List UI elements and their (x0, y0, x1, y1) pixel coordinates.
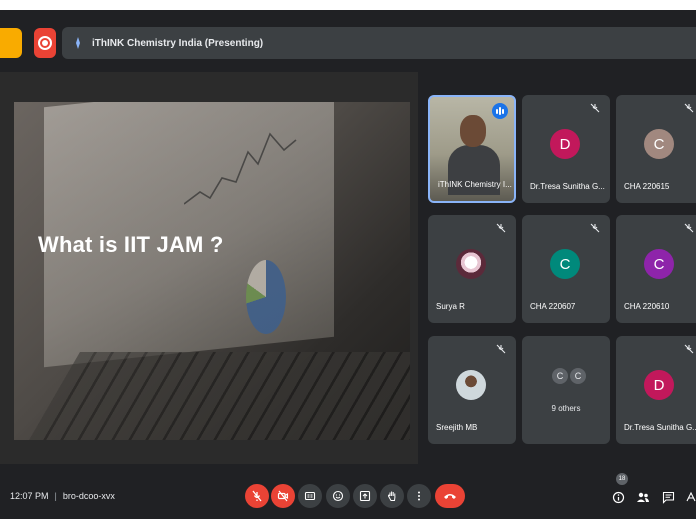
participant-name: Dr.Tresa Sunitha G... (530, 182, 605, 191)
info-icon (612, 491, 624, 503)
slide-title: What is IIT JAM ? (38, 232, 224, 257)
record-button[interactable] (34, 28, 56, 58)
record-icon (38, 36, 52, 50)
present-screen-icon (359, 490, 371, 502)
camera-off-icon (277, 490, 289, 502)
activities-icon (686, 491, 696, 501)
avatar: C (644, 129, 674, 159)
others-tile[interactable]: C C 9 others (522, 336, 610, 444)
raise-hand-icon (388, 491, 396, 501)
presenting-label: iThINK Chemistry India (Presenting) (92, 37, 264, 49)
mic-off-icon (684, 223, 694, 233)
participant-name: iThINK Chemistry I... (438, 180, 512, 189)
avatar: C (644, 249, 674, 279)
meeting-details-button[interactable] (611, 490, 625, 504)
emoji-icon (332, 490, 344, 502)
participant-tile[interactable]: iThINK Chemistry I... (428, 95, 516, 203)
mic-off-icon (590, 103, 600, 113)
participant-tile[interactable]: D Dr.Tresa Sunitha G... (522, 95, 610, 203)
present-now-button[interactable] (353, 484, 377, 508)
clock: 12:07 PM (10, 491, 49, 501)
mic-off-icon (684, 103, 694, 113)
participant-tile[interactable]: C CHA 220610 (616, 215, 696, 323)
participant-name: CHA 220607 (530, 302, 576, 311)
avatar: C (550, 249, 580, 279)
end-call-icon (444, 494, 456, 499)
slide-line-graphic (184, 132, 297, 205)
participant-tile[interactable]: Surya R (428, 215, 516, 323)
people-button[interactable] (636, 490, 650, 504)
participant-name: Sreejith MB (436, 423, 478, 432)
mic-off-icon (496, 223, 506, 233)
meeting-code: bro-dcoo-xvx (62, 491, 115, 501)
slide-keyboard-graphic (28, 352, 410, 440)
more-options-button[interactable] (407, 484, 431, 508)
activities-button[interactable] (684, 490, 696, 504)
participant-tile[interactable]: C CHA 220607 (522, 215, 610, 323)
chat-icon (662, 491, 674, 504)
presenting-bar: iThINK Chemistry India (Presenting) (62, 27, 696, 59)
microphone-toggle-button[interactable] (245, 484, 269, 508)
participant-name: CHA 220610 (624, 302, 670, 311)
participant-name: CHA 220615 (624, 182, 670, 191)
captions-button[interactable] (298, 484, 322, 508)
notes-icon[interactable] (0, 28, 22, 58)
avatar: C (570, 368, 586, 384)
reactions-button[interactable] (326, 484, 350, 508)
meeting-info: 12:07 PM | bro-dcoo-xvx (10, 491, 115, 501)
participant-name: Dr.Tresa Sunitha G... (624, 423, 696, 432)
raise-hand-button[interactable] (380, 484, 404, 508)
mic-off-icon (590, 223, 600, 233)
avatar-photo (456, 370, 486, 400)
camera-toggle-button[interactable] (271, 484, 295, 508)
avatar: D (644, 370, 674, 400)
mic-off-icon (496, 344, 506, 354)
end-call-button[interactable] (435, 484, 465, 508)
people-icon (637, 492, 649, 502)
more-options-icon (418, 491, 420, 501)
participant-name: Surya R (436, 302, 465, 311)
people-count-badge: 18 (616, 473, 628, 485)
slide-pie-graphic (246, 260, 286, 334)
control-bar: 12:07 PM | bro-dcoo-xvx 18 (0, 473, 696, 519)
presenting-icon (70, 35, 86, 51)
avatar: C (552, 368, 568, 384)
participant-tile[interactable]: D Dr.Tresa Sunitha G... (616, 336, 696, 444)
participant-tile[interactable]: Sreejith MB (428, 336, 516, 444)
slide: What is IIT JAM ? (14, 102, 410, 440)
avatar: D (550, 129, 580, 159)
presentation-stage: What is IIT JAM ? (0, 72, 418, 464)
others-avatars: C C (552, 368, 586, 384)
speaking-icon (492, 103, 508, 119)
microphone-off-icon (252, 490, 262, 502)
participant-tile[interactable]: C CHA 220615 (616, 95, 696, 203)
mic-off-icon (684, 344, 694, 354)
chat-button[interactable] (661, 490, 675, 504)
others-count-label: 9 others (551, 404, 581, 413)
avatar-photo (456, 249, 486, 279)
captions-icon (304, 491, 316, 501)
